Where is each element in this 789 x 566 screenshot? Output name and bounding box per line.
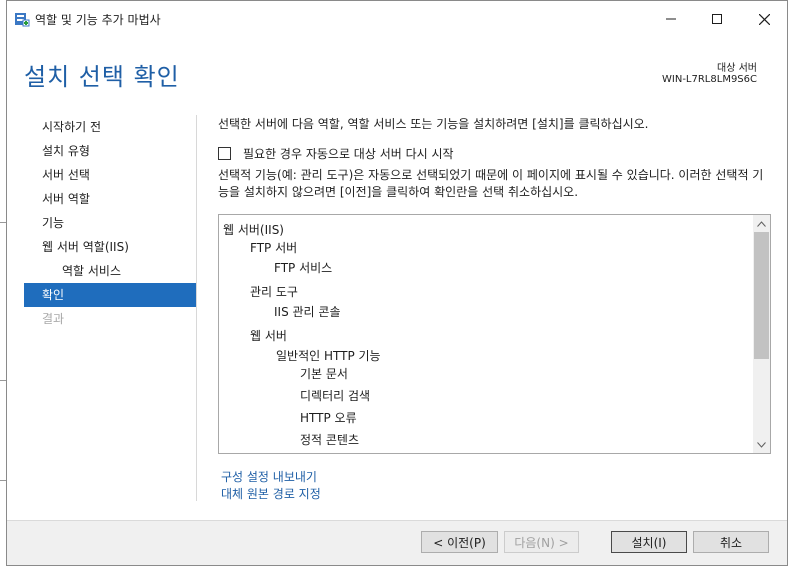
nav-item-web-server-role[interactable]: 웹 서버 역할(IIS) <box>24 235 196 259</box>
restart-option[interactable]: 필요한 경우 자동으로 대상 서버 다시 시작 <box>218 145 454 162</box>
cancel-button[interactable]: 취소 <box>693 531 769 553</box>
wizard-header: 설치 선택 확인 대상 서버 WIN-L7RL8LM9S6C <box>7 37 787 109</box>
list-item: 디렉터리 검색 <box>300 389 371 403</box>
nav-item-server-selection[interactable]: 서버 선택 <box>24 163 196 187</box>
server-manager-icon <box>15 13 30 27</box>
nav-item-before-you-begin[interactable]: 시작하기 전 <box>24 115 196 139</box>
chevron-up-icon <box>757 220 766 227</box>
page-title: 설치 선택 확인 <box>24 63 180 91</box>
scroll-up-button[interactable] <box>753 215 770 232</box>
nav-item-role-services[interactable]: 역할 서비스 <box>24 259 196 283</box>
minimize-icon <box>666 18 676 20</box>
list-item: 정적 콘텐츠 <box>300 433 360 447</box>
nav-divider <box>196 115 197 501</box>
install-button[interactable]: 설치(I) <box>611 531 687 553</box>
scroll-thumb[interactable] <box>754 232 769 359</box>
nav-item-server-roles[interactable]: 서버 역할 <box>24 187 196 211</box>
restart-checkbox[interactable] <box>218 147 231 160</box>
close-button[interactable] <box>741 1 787 37</box>
alternate-source-link[interactable]: 대체 원본 경로 지정 <box>221 485 321 502</box>
nav-item-confirmation[interactable]: 확인 <box>24 283 196 307</box>
list-item: FTP 서비스 <box>274 261 333 275</box>
window-title: 역할 및 기능 추가 마법사 <box>35 13 161 27</box>
target-server-label: 대상 서버 <box>717 63 757 74</box>
nav-item-installation-type[interactable]: 설치 유형 <box>24 139 196 163</box>
next-button: 다음(N) > <box>504 531 579 553</box>
maximize-button[interactable] <box>694 1 740 37</box>
wizard-footer: < 이전(P) 다음(N) > 설치(I) 취소 <box>7 521 787 565</box>
list-item: 일반적인 HTTP 기능 <box>276 349 381 363</box>
scroll-down-button[interactable] <box>753 436 770 453</box>
selection-list[interactable]: 웹 서버(IIS) FTP 서버 FTP 서비스 관리 도구 IIS 관리 콘솔… <box>218 214 771 454</box>
list-item: HTTP 오류 <box>300 411 357 425</box>
optional-features-note: 선택적 기능(예: 관리 도구)은 자동으로 선택되었기 때문에 이 페이지에 … <box>218 168 764 199</box>
title-bar[interactable]: 역할 및 기능 추가 마법사 <box>7 1 787 37</box>
restart-checkbox-label[interactable]: 필요한 경우 자동으로 대상 서버 다시 시작 <box>243 145 454 162</box>
chevron-down-icon <box>757 441 766 448</box>
nav-item-results: 결과 <box>42 312 65 326</box>
list-scrollbar[interactable] <box>753 215 770 453</box>
list-item: 관리 도구 <box>250 285 298 299</box>
previous-button[interactable]: < 이전(P) <box>421 531 498 553</box>
close-icon <box>758 13 770 25</box>
list-item: 기본 문서 <box>300 367 348 381</box>
list-item: FTP 서버 <box>250 241 298 255</box>
wizard-window: 역할 및 기능 추가 마법사 설치 선택 확인 대상 서버 WIN-L7RL8L… <box>6 0 788 566</box>
nav-item-features[interactable]: 기능 <box>24 211 196 235</box>
list-item: 웹 서버(IIS) <box>223 223 284 237</box>
minimize-button[interactable] <box>648 1 694 37</box>
target-server-name: WIN-L7RL8LM9S6C <box>662 74 757 85</box>
export-config-link[interactable]: 구성 설정 내보내기 <box>221 468 317 485</box>
intro-text: 선택한 서버에 다음 역할, 역할 서비스 또는 기능을 설치하려면 [설치]를… <box>218 117 649 131</box>
list-item: 웹 서버 <box>250 329 287 343</box>
maximize-icon <box>712 14 722 24</box>
list-item: IIS 관리 콘솔 <box>274 305 341 319</box>
